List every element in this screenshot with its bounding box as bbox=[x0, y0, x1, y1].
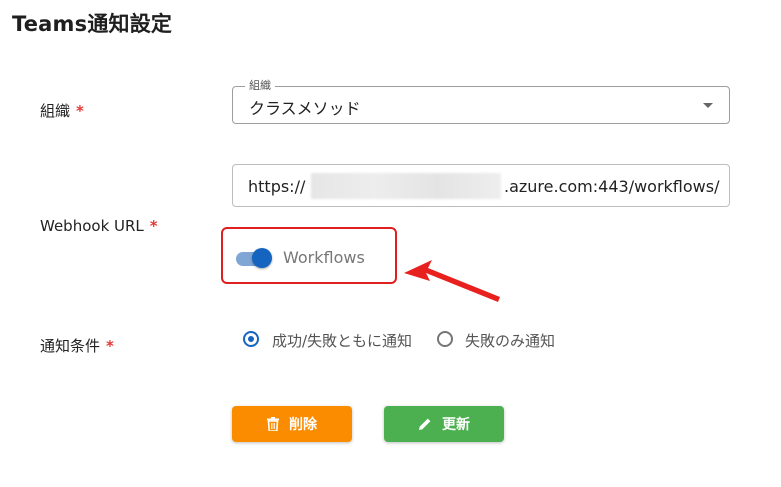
radio-failure-only-label[interactable]: 失敗のみ通知 bbox=[465, 330, 555, 351]
arrow-icon bbox=[404, 260, 500, 302]
radio-success-and-failure[interactable] bbox=[243, 331, 259, 347]
update-button-label: 更新 bbox=[442, 417, 470, 433]
delete-button-label: 削除 bbox=[289, 417, 317, 433]
trash-icon bbox=[267, 417, 279, 431]
delete-button[interactable]: 削除 bbox=[232, 406, 352, 442]
notify-condition-label: 通知条件 * bbox=[40, 335, 114, 356]
radio-success-and-failure-label[interactable]: 成功/失敗ともに通知 bbox=[272, 330, 412, 351]
required-mark: * bbox=[106, 337, 114, 355]
notify-condition-label-text: 通知条件 bbox=[40, 337, 101, 355]
pencil-icon bbox=[419, 418, 431, 430]
update-button[interactable]: 更新 bbox=[384, 406, 504, 442]
radio-failure-only[interactable] bbox=[437, 331, 453, 347]
